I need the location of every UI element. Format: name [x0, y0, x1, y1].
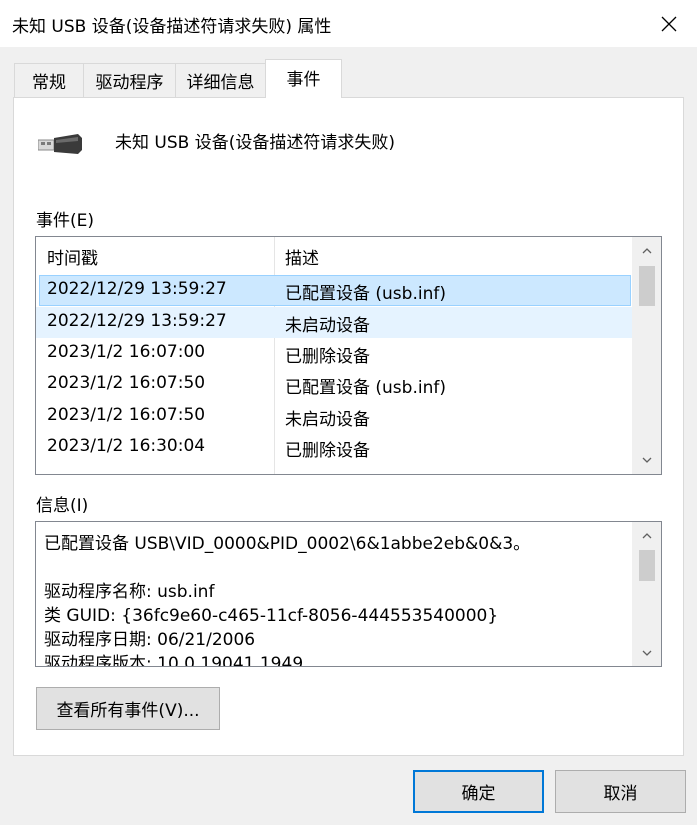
events-scrollbar[interactable]: [632, 237, 661, 474]
row-timestamp: 2023/1/2 16:07:00: [47, 342, 206, 362]
info-line: 类 GUID: {36fc9e60-c465-11cf-8056-4445535…: [44, 606, 499, 626]
info-line: 驱动程序日期: 06/21/2006: [44, 630, 256, 650]
row-timestamp: 2023/1/2 16:07:50: [47, 405, 206, 425]
info-scrollbar[interactable]: [632, 522, 661, 666]
table-row[interactable]: 2022/12/29 13:59:27 已配置设备 (usb.inf): [39, 275, 631, 306]
row-timestamp: 2022/12/29 13:59:27: [47, 279, 227, 299]
row-timestamp: 2023/1/2 16:07:50: [47, 373, 206, 393]
row-description: 已配置设备 (usb.inf): [285, 378, 446, 398]
column-header-timestamp[interactable]: 时间戳: [36, 237, 274, 275]
scroll-down-button[interactable]: [632, 448, 661, 472]
row-description: 已配置设备 (usb.inf): [285, 284, 446, 304]
info-label: 信息(I): [36, 496, 89, 516]
chevron-down-icon: [642, 650, 651, 656]
usb-plug-icon: [38, 134, 82, 154]
chevron-down-icon: [642, 457, 651, 463]
row-timestamp: 2022/12/29 13:59:27: [47, 311, 227, 331]
row-description: 已删除设备: [285, 347, 370, 367]
info-line: 驱动程序名称: usb.inf: [44, 582, 215, 602]
close-button[interactable]: [641, 0, 697, 47]
tab-general[interactable]: 常规: [14, 63, 84, 97]
tab-driver[interactable]: 驱动程序: [83, 63, 176, 97]
ok-button[interactable]: 确定: [413, 770, 544, 813]
scroll-thumb[interactable]: [639, 550, 655, 581]
info-line: 已配置设备 USB\VID_0000&PID_0002\6&1abbe2eb&0…: [44, 534, 531, 554]
device-name: 未知 USB 设备(设备描述符请求失败): [115, 133, 395, 153]
tab-label: 常规: [32, 73, 66, 93]
close-icon: [661, 16, 677, 31]
tab-events[interactable]: 事件: [265, 59, 342, 98]
table-row[interactable]: 2023/1/2 16:30:04 已删除设备: [36, 432, 633, 463]
table-row[interactable]: 2023/1/2 16:07:50 已配置设备 (usb.inf): [36, 369, 633, 400]
row-description: 已删除设备: [285, 441, 370, 461]
info-textbox[interactable]: 已配置设备 USB\VID_0000&PID_0002\6&1abbe2eb&0…: [35, 521, 662, 667]
tab-label: 详细信息: [186, 73, 255, 93]
view-all-events-button[interactable]: 查看所有事件(V)...: [36, 687, 220, 730]
table-row[interactable]: 2022/12/29 13:59:27 未启动设备: [36, 307, 633, 338]
column-header-label: 时间戳: [47, 248, 98, 269]
events-list[interactable]: 时间戳 描述 2022/12/29 13:59:27 已配置设备 (usb.in…: [35, 236, 662, 475]
cancel-button[interactable]: 取消: [555, 770, 686, 813]
scroll-thumb[interactable]: [639, 266, 655, 306]
tab-label: 事件: [286, 70, 321, 90]
column-header-label: 描述: [285, 248, 319, 269]
info-line: 驱动程序版本: 10.0.19041.1949: [44, 654, 304, 667]
chevron-up-icon: [642, 248, 651, 254]
scroll-up-button[interactable]: [632, 239, 661, 263]
tab-details[interactable]: 详细信息: [175, 63, 266, 97]
row-description: 未启动设备: [285, 316, 370, 336]
table-row[interactable]: 2023/1/2 16:07:50 未启动设备: [36, 401, 633, 432]
scroll-down-button[interactable]: [632, 641, 661, 665]
chevron-up-icon: [642, 533, 651, 539]
row-timestamp: 2023/1/2 16:30:04: [47, 436, 206, 456]
column-header-description[interactable]: 描述: [274, 237, 633, 275]
scroll-up-button[interactable]: [632, 524, 661, 548]
events-label: 事件(E): [36, 211, 95, 231]
title-bar: 未知 USB 设备(设备描述符请求失败) 属性: [0, 0, 697, 47]
window-title: 未知 USB 设备(设备描述符请求失败) 属性: [12, 17, 332, 37]
table-row[interactable]: 2023/1/2 16:07:00 已删除设备: [36, 338, 633, 369]
tab-label: 驱动程序: [95, 73, 164, 93]
row-description: 未启动设备: [285, 410, 370, 430]
